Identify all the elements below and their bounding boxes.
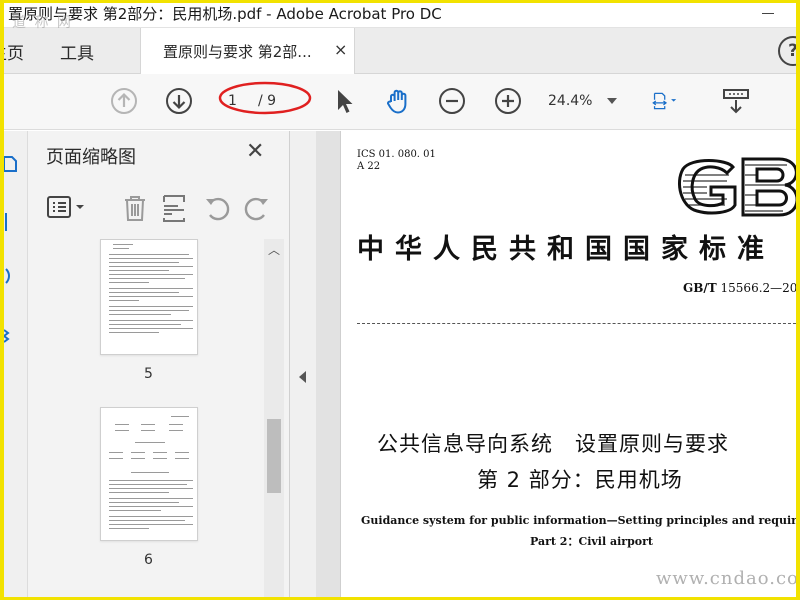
title-english-line2: Part 2：Civil airport [530, 535, 653, 548]
document-page: ICS 01. 080. 01 A 22 中华人民共和国国家标准 GB/T 15… [340, 131, 800, 600]
thumbnail-panel-title: 页面缩略图 [46, 147, 136, 168]
rotate-cw-icon[interactable] [242, 193, 272, 223]
next-page-button[interactable] [165, 87, 193, 115]
page-total: / 9 [258, 93, 277, 109]
zoom-level[interactable]: 24.4% [548, 93, 592, 109]
arrow-down-circle-icon [166, 88, 192, 114]
thumbnail-list: 5 6 [28, 239, 290, 600]
document-tab-label: 置原则与要求 第2部... [163, 43, 312, 61]
minus-circle-icon [439, 88, 465, 114]
panel-splitter[interactable] [290, 131, 316, 600]
gb-logo-icon [678, 157, 799, 217]
standard-organization: 中华人民共和国国家标准 [357, 234, 775, 265]
class-code: A 22 [357, 161, 381, 172]
title-bar: 置原则与要求 第2部分：民用机场.pdf - Adobe Acrobat Pro… [0, 0, 800, 28]
help-icon[interactable]: ? [778, 36, 800, 66]
bookmark-nav-icon[interactable] [2, 211, 24, 233]
attachment-nav-icon[interactable] [2, 265, 24, 287]
watermark-top: 道 称 网 [12, 15, 73, 31]
tab-home[interactable]: 主页 [0, 39, 24, 64]
window-title: 置原则与要求 第2部分：民用机场.pdf - Adobe Acrobat Pro… [8, 5, 442, 23]
plus-circle-icon [495, 88, 521, 114]
fit-page-button[interactable] [652, 87, 696, 115]
page-number-box: / 9 [222, 88, 302, 114]
scroll-up-icon[interactable]: ︿ [268, 241, 280, 258]
toolbar: / 9 24.4% [0, 74, 800, 130]
header-rule [357, 323, 800, 324]
thumbnail-nav-icon[interactable] [2, 153, 24, 175]
collapse-panel-icon[interactable] [299, 371, 306, 383]
pointer-arrow-icon [338, 90, 353, 113]
ics-code: ICS 01. 080. 01 [357, 149, 436, 160]
trash-icon[interactable] [120, 193, 150, 223]
scroll-mode-icon [723, 89, 749, 114]
page-thumbnail[interactable] [100, 239, 198, 355]
thumbnail-scrollbar[interactable]: ︿ [264, 239, 284, 600]
zoom-out-button[interactable] [438, 87, 466, 115]
watermark-bottom: www.cndao.com [656, 568, 800, 589]
tab-bar: 主页 工具 置原则与要求 第2部... × ? [0, 28, 800, 74]
rotate-ccw-icon[interactable] [202, 193, 232, 223]
hand-tool-button[interactable] [384, 87, 412, 115]
standard-number-value: 15566.2—2007 [720, 281, 800, 295]
select-tool-button[interactable] [330, 87, 358, 115]
insert-page-icon[interactable] [160, 193, 190, 223]
tab-document[interactable]: 置原则与要求 第2部... × [140, 28, 355, 74]
thumbnail-panel: 页面缩略图 ✕ 5 6 ︿ [28, 131, 290, 600]
page-number-input[interactable] [228, 91, 250, 111]
page-thumbnail[interactable] [100, 407, 198, 541]
tab-tools[interactable]: 工具 [60, 39, 94, 64]
layers-nav-icon[interactable] [2, 325, 24, 347]
zoom-dropdown-icon[interactable] [607, 98, 617, 104]
zoom-in-button[interactable] [494, 87, 522, 115]
thumbnail-page-number: 6 [144, 552, 153, 568]
options-menu-icon[interactable] [46, 193, 92, 223]
fit-width-icon [652, 92, 677, 110]
minimize-icon[interactable] [762, 13, 774, 14]
close-tab-icon[interactable]: × [334, 40, 347, 59]
read-mode-button[interactable] [722, 87, 750, 115]
arrow-up-circle-icon [111, 88, 137, 114]
previous-page-button[interactable] [110, 87, 138, 115]
title-english-line1: Guidance system for public information—S… [361, 514, 800, 527]
thumbnail-tools [28, 187, 290, 233]
hand-icon [387, 89, 407, 114]
thumbnail-page-number: 5 [144, 366, 153, 382]
navigation-rail [0, 131, 28, 600]
standard-number-prefix: GB/T [683, 281, 717, 295]
standard-number: GB/T 15566.2—2007 [683, 281, 800, 295]
close-panel-icon[interactable]: ✕ [246, 139, 264, 164]
scrollbar-thumb[interactable] [267, 419, 281, 493]
title-chinese-line2: 第 2 部分：民用机场 [477, 468, 683, 492]
title-chinese-line1: 公共信息导向系统 设置原则与要求 [377, 432, 729, 456]
